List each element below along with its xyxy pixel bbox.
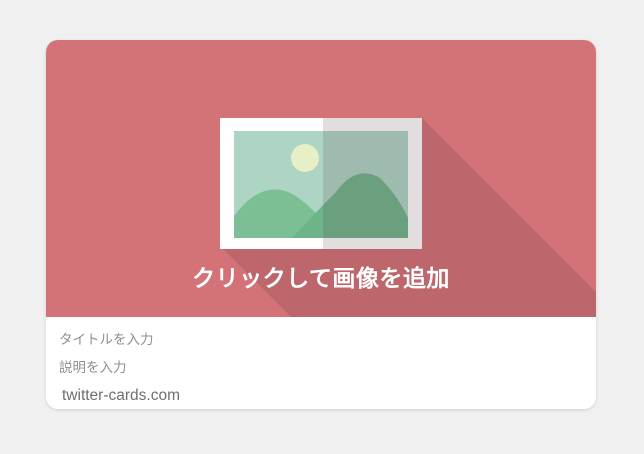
add-image-label: クリックして画像を追加 [192, 266, 450, 292]
card-body: twitter-cards.com [46, 317, 596, 409]
placeholder-sun-icon [291, 144, 319, 172]
description-input[interactable] [59, 357, 579, 379]
domain-label: twitter-cards.com [62, 387, 180, 404]
half-shade-overlay [323, 118, 422, 249]
title-input[interactable] [59, 329, 579, 351]
twitter-card-preview: クリックして画像を追加 twitter-cards.com [46, 40, 596, 409]
card-image-upload-area[interactable]: クリックして画像を追加 [46, 40, 596, 317]
